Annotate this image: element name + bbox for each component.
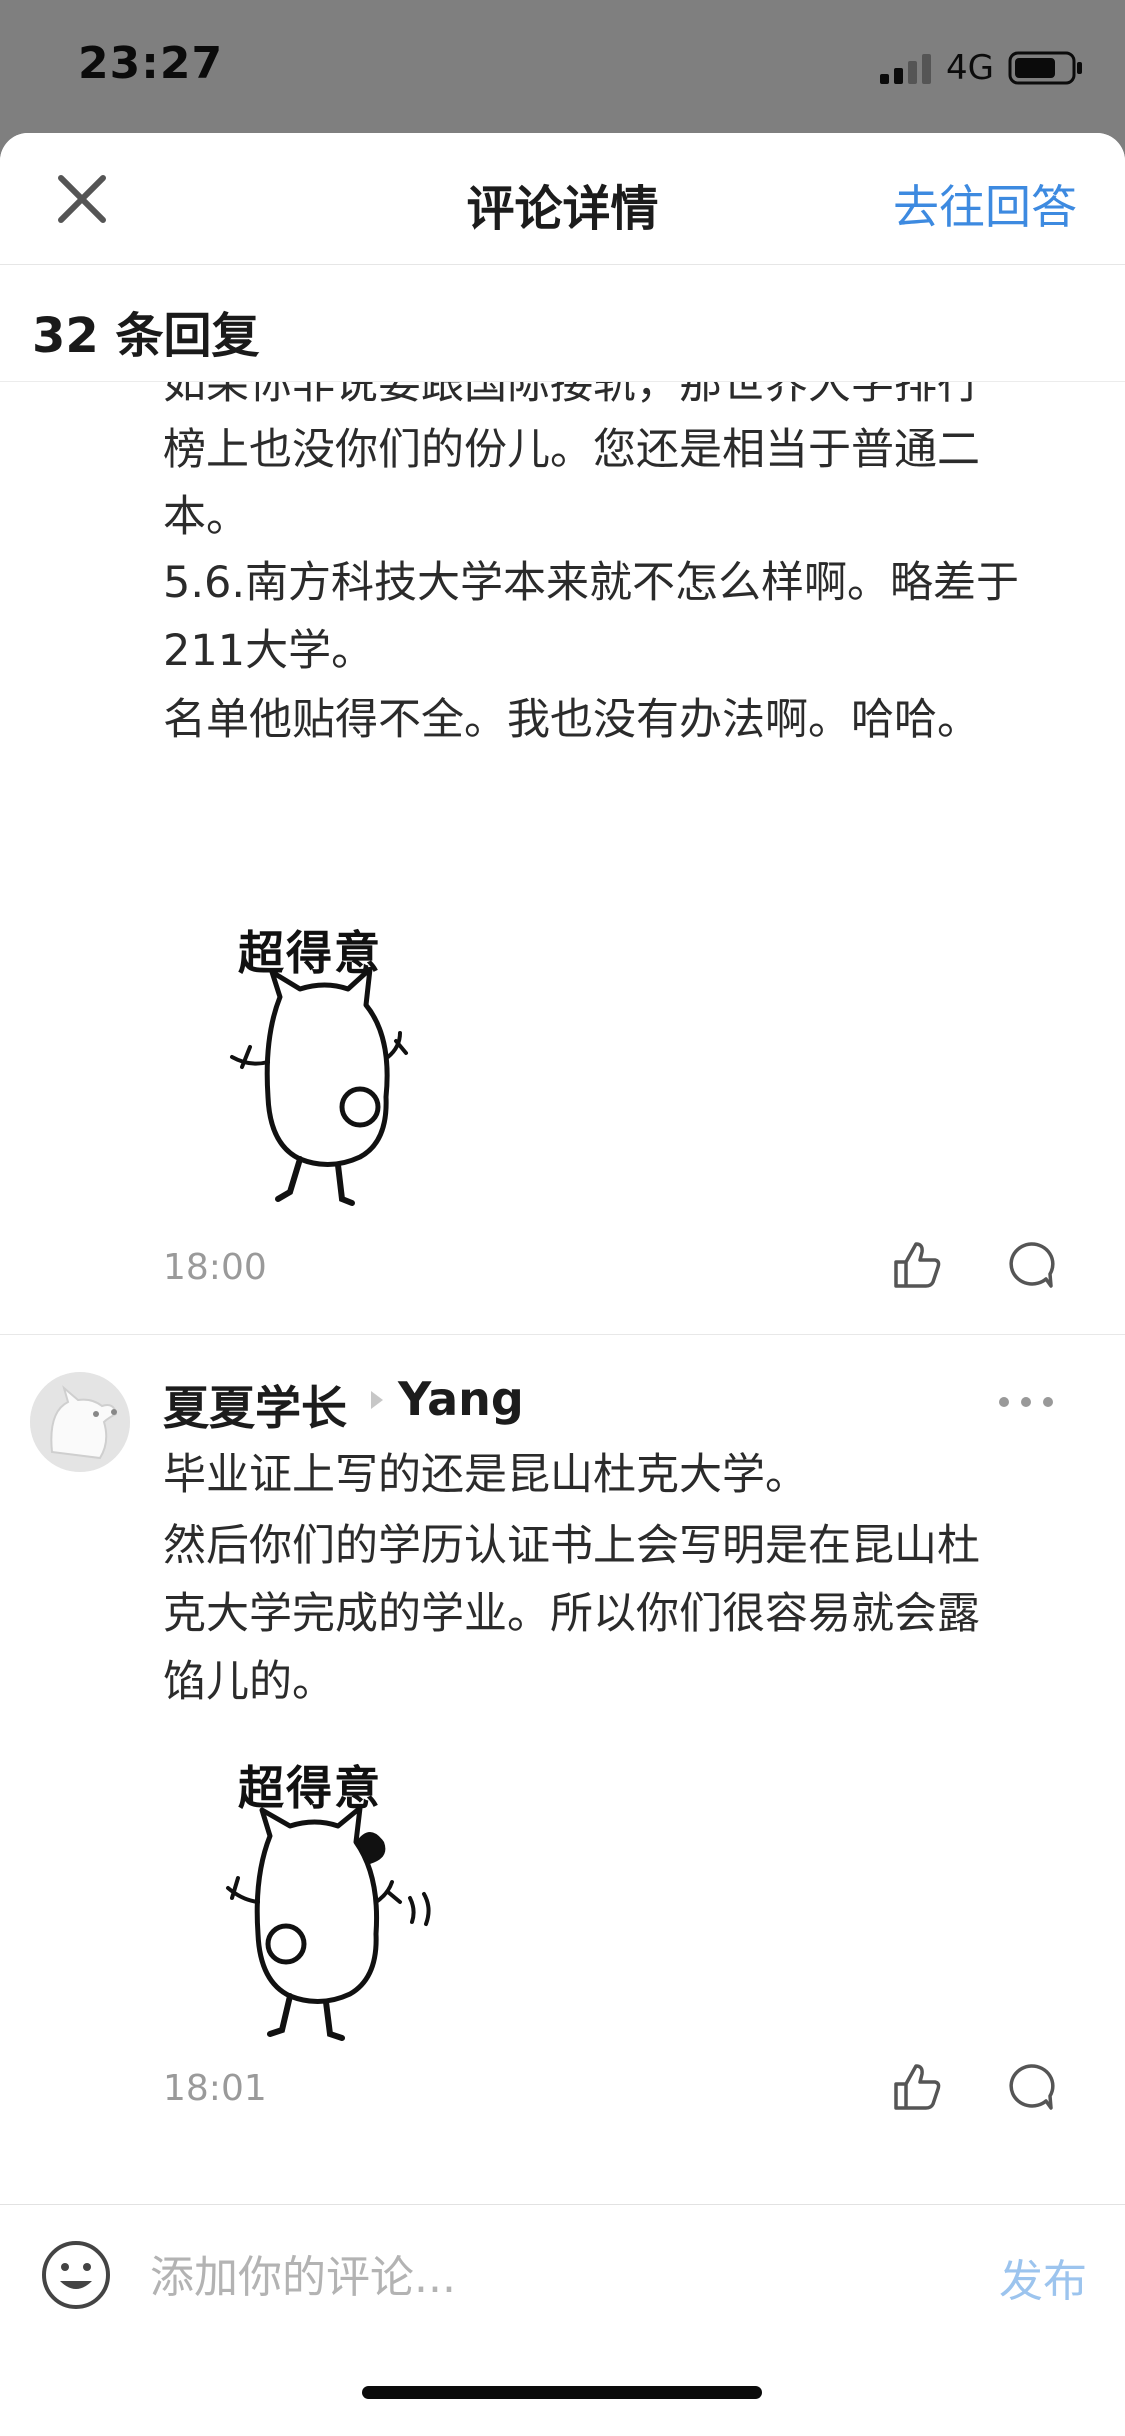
like-icon[interactable] [892, 2062, 942, 2112]
comment-text-line: 馅儿的。 [163, 1657, 335, 1707]
home-indicator [362, 2386, 762, 2399]
comment-text-line: 本。 [163, 492, 249, 542]
cat-sticker-icon [230, 967, 408, 1206]
nav-bar: 评论详情 去往回答 [0, 133, 1125, 265]
comment-text-line: 211大学。 [163, 626, 375, 676]
reply-icon[interactable] [1006, 2062, 1056, 2112]
comment-text-line: 然后你们的学历认证书上会写明是在昆山杜 [163, 1521, 980, 1571]
status-time: 23:27 [78, 38, 224, 89]
like-icon[interactable] [892, 1240, 942, 1290]
comment-time: 18:01 [163, 2068, 267, 2109]
reply-count: 32 条回复 [32, 308, 260, 364]
cat-sticker-icon [226, 1805, 431, 2041]
publish-button[interactable]: 发布 [999, 2245, 1087, 2309]
reply-to-name[interactable]: Yang [398, 1372, 524, 1426]
comment-text-line: 如果你非说要跟国际接轨，那世界大学排行 [163, 382, 980, 409]
emoji-icon[interactable] [40, 2239, 112, 2311]
comment-text-line: 榜上也没你们的份儿。您还是相当于普通二 [163, 425, 980, 475]
comment-time: 18:00 [163, 1247, 267, 1288]
comment-text-line: 毕业证上写的还是昆山杜克大学。 [163, 1450, 808, 1500]
reply-icon[interactable] [1006, 1240, 1056, 1290]
comment-text-line: 5.6.南方科技大学本来就不怎么样啊。略差于 [163, 558, 1020, 608]
status-bar: 23:27 4G [0, 0, 1125, 135]
dog-avatar-icon [30, 1372, 130, 1472]
network-label: 4G [946, 48, 994, 88]
sticker-image[interactable]: 超得意 [220, 1752, 440, 2052]
comment-input[interactable] [150, 2245, 950, 2309]
comment-text-line: 名单他贴得不全。我也没有办法啊。哈哈。 [163, 695, 980, 745]
reply-count-bar: 32 条回复 [0, 266, 1125, 382]
reply-arrow-icon [371, 1391, 383, 1409]
goto-answer-button[interactable]: 去往回答 [893, 171, 1077, 237]
comment-text-line: 克大学完成的学业。所以你们很容易就会露 [163, 1589, 980, 1639]
signal-icon [880, 54, 931, 84]
more-icon[interactable] [996, 1394, 1056, 1410]
battery-icon [1008, 51, 1082, 85]
comment-input-bar: 发布 [0, 2204, 1125, 2436]
comment-detail-sheet: 评论详情 去往回答 32 条回复 如果你非说要跟国际接轨，那世界大学排行 榜上也… [0, 133, 1125, 2436]
sticker-image[interactable]: 超得意 [220, 917, 420, 1217]
comment-list[interactable]: 如果你非说要跟国际接轨，那世界大学排行 榜上也没你们的份儿。您还是相当于普通二 … [0, 382, 1125, 2337]
avatar[interactable] [30, 1372, 130, 1472]
divider [0, 1334, 1125, 1335]
author-name[interactable]: 夏夏学长 [163, 1372, 347, 1438]
